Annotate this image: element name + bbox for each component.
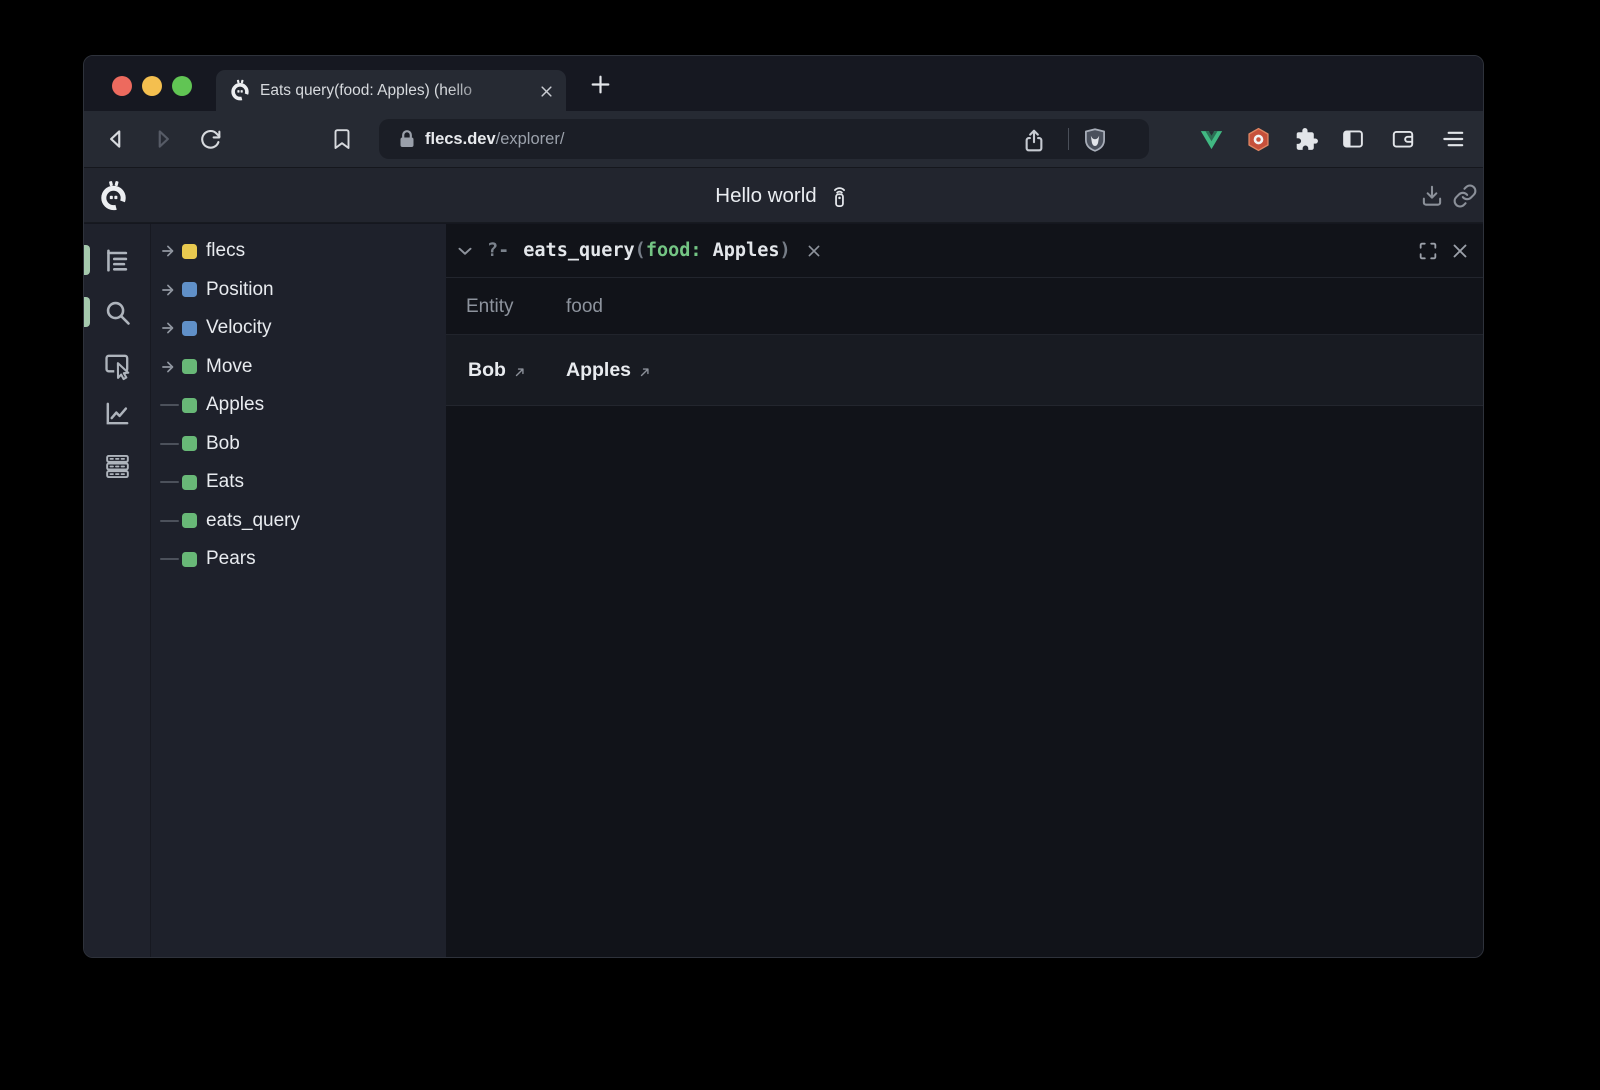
- leaf-connector: [160, 393, 180, 417]
- hexagon-extension-icon[interactable]: [1244, 125, 1272, 153]
- tree-item-Pears[interactable]: Pears: [151, 540, 446, 579]
- app-header: Hello world: [84, 167, 1483, 223]
- brave-shield-icon[interactable]: [1081, 126, 1109, 154]
- tree-item-Move[interactable]: Move: [151, 348, 446, 387]
- tab-title: Eats query(food: Apples) (hello: [260, 70, 526, 111]
- url-bar[interactable]: flecs.dev/explorer/: [379, 119, 1149, 159]
- new-tab-button[interactable]: [585, 69, 615, 99]
- stats-chart-icon[interactable]: [102, 398, 133, 429]
- tree-item-label: Eats: [206, 471, 244, 493]
- leaf-connector: [160, 547, 180, 571]
- icon-sidebar: [84, 224, 151, 958]
- close-window-button[interactable]: [112, 76, 132, 96]
- query-expression: eats_query(food: Apples): [523, 240, 790, 261]
- app-title-group: Hello world: [84, 168, 1483, 224]
- entity-tree: flecs Position Velocity Move Apples Bob Eats ea…: [151, 224, 446, 958]
- lock-icon[interactable]: [395, 127, 419, 151]
- chevron-down-icon[interactable]: [454, 240, 476, 262]
- reload-button[interactable]: [196, 125, 224, 153]
- entity-color-square: [182, 436, 197, 451]
- tree-view-icon[interactable]: [102, 245, 133, 276]
- share-icon[interactable]: [1020, 127, 1048, 155]
- tree-item-eats_query[interactable]: eats_query: [151, 502, 446, 541]
- zoom-window-button[interactable]: [172, 76, 192, 96]
- expand-arrow-icon[interactable]: [160, 355, 180, 379]
- tree-item-label: Move: [206, 356, 252, 378]
- copy-link-icon[interactable]: [1452, 183, 1478, 209]
- urlbar-divider: [1068, 128, 1069, 150]
- expand-arrow-icon[interactable]: [160, 278, 180, 302]
- column-header-food: food: [566, 278, 603, 335]
- tree-item-label: Pears: [206, 548, 256, 570]
- result-table-header: Entity food: [446, 278, 1484, 335]
- entity-color-square: [182, 359, 197, 374]
- query-panel: ?- eats_query(food: Apples): [446, 224, 1484, 958]
- data-rows-icon[interactable]: [102, 451, 133, 482]
- tree-item-label: eats_query: [206, 510, 300, 532]
- fullscreen-icon[interactable]: [1417, 240, 1439, 262]
- forward-button[interactable]: [149, 125, 177, 153]
- external-link-icon: [513, 365, 527, 379]
- menu-hamburger-icon[interactable]: [1439, 125, 1467, 153]
- query-header: ?- eats_query(food: Apples): [446, 224, 1484, 278]
- url-domain: flecs.dev: [425, 130, 496, 148]
- tree-item-label: Velocity: [206, 317, 271, 339]
- entity-color-square: [182, 282, 197, 297]
- expand-arrow-icon[interactable]: [160, 316, 180, 340]
- app-content: flecs Position Velocity Move Apples Bob Eats ea…: [84, 224, 1483, 958]
- remote-connection-icon[interactable]: [827, 184, 852, 209]
- tab-bar: Eats query(food: Apples) (hello: [84, 56, 1483, 111]
- expand-arrow-icon[interactable]: [160, 239, 180, 263]
- entity-color-square: [182, 513, 197, 528]
- tree-item-Bob[interactable]: Bob: [151, 425, 446, 464]
- entity-color-square: [182, 244, 197, 259]
- leaf-connector: [160, 432, 180, 456]
- tree-item-Position[interactable]: Position: [151, 271, 446, 310]
- entity-color-square: [182, 475, 197, 490]
- query-prompt: ?-: [487, 240, 509, 261]
- flecs-favicon-icon: [229, 79, 251, 101]
- tree-item-flecs[interactable]: flecs: [151, 232, 446, 271]
- browser-tab[interactable]: Eats query(food: Apples) (hello: [216, 70, 566, 111]
- food-link[interactable]: Apples: [566, 335, 652, 406]
- column-header-entity: Entity: [466, 278, 514, 335]
- tree-item-label: Bob: [206, 433, 240, 455]
- inspect-cursor-icon[interactable]: [102, 350, 133, 381]
- entity-color-square: [182, 321, 197, 336]
- bookmark-icon[interactable]: [328, 125, 356, 153]
- download-icon[interactable]: [1419, 183, 1445, 209]
- active-indicator-pill: [84, 245, 90, 275]
- wallet-icon[interactable]: [1389, 125, 1417, 153]
- url-path: /explorer/: [496, 130, 565, 148]
- tree-item-Apples[interactable]: Apples: [151, 386, 446, 425]
- leaf-connector: [160, 509, 180, 533]
- minimize-window-button[interactable]: [142, 76, 162, 96]
- url-text: flecs.dev/explorer/: [425, 119, 564, 159]
- tree-item-label: Position: [206, 279, 274, 301]
- tree-item-label: flecs: [206, 240, 245, 262]
- table-row: Bob Apples: [446, 335, 1484, 406]
- browser-window: Eats query(food: Apples) (hello: [83, 55, 1484, 958]
- back-button[interactable]: [102, 125, 130, 153]
- page-title: Hello world: [715, 184, 816, 208]
- active-indicator-pill: [84, 297, 90, 327]
- sidebar-toggle-icon[interactable]: [1339, 125, 1367, 153]
- entity-link[interactable]: Bob: [468, 335, 527, 406]
- close-panel-icon[interactable]: [1449, 240, 1471, 262]
- vue-devtools-extension-icon[interactable]: [1197, 125, 1225, 153]
- leaf-connector: [160, 470, 180, 494]
- entity-color-square: [182, 552, 197, 567]
- tree-item-Velocity[interactable]: Velocity: [151, 309, 446, 348]
- extensions-puzzle-icon[interactable]: [1292, 125, 1320, 153]
- tree-item-label: Apples: [206, 394, 264, 416]
- entity-color-square: [182, 398, 197, 413]
- external-link-icon: [638, 365, 652, 379]
- query-clear-icon[interactable]: [804, 241, 824, 261]
- tab-close-icon[interactable]: [534, 79, 558, 103]
- browser-toolbar: flecs.dev/explorer/: [84, 111, 1483, 167]
- search-icon[interactable]: [102, 297, 133, 328]
- tree-item-Eats[interactable]: Eats: [151, 463, 446, 502]
